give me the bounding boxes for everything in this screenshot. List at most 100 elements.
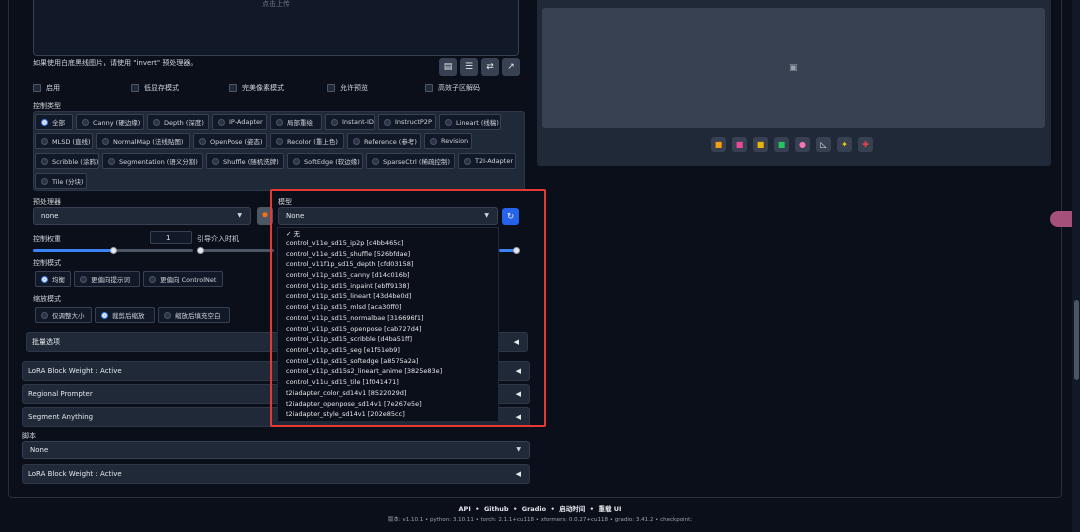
resize-mode-option[interactable]: 缩放后填充空白 (158, 307, 230, 323)
start-step-slider (200, 249, 274, 252)
camera-button[interactable]: ☰ (460, 58, 478, 76)
option-label: OpenPose (姿态) (210, 138, 263, 146)
control-type-option[interactable]: Scribble (涂鸦) (35, 153, 99, 169)
radio-dot (464, 157, 471, 165)
control-type-option[interactable]: Segmentation (语义分割) (102, 153, 203, 169)
control-type-option[interactable]: SoftEdge (软边缘) (287, 153, 363, 169)
control-type-option[interactable]: Shuffle (随机洗牌) (206, 153, 284, 169)
control-type-option[interactable]: IP-Adapter (212, 114, 267, 130)
lora-block-weight-accordion-2[interactable]: LoRA Block Weight : Active ◀ (22, 464, 530, 484)
checkbox-pixel-perfect[interactable]: 完美像素模式 (229, 83, 284, 93)
footer-link-reload[interactable]: 重载 UI (598, 505, 621, 513)
control-type-option[interactable]: Recolor (重上色) (270, 133, 344, 149)
folder-icon: ■ (714, 140, 723, 149)
radio-dot (108, 157, 115, 165)
radio-dot (153, 118, 160, 126)
option-label: Tile (分块) (52, 178, 84, 186)
control-type-option[interactable]: Depth (深度) (147, 114, 209, 130)
radio-dot (276, 137, 283, 145)
chevron-down-icon: ▼ (516, 446, 521, 453)
control-mode-option[interactable]: 均衡 (35, 271, 71, 287)
radio-dot (372, 157, 379, 165)
checkbox-label: 高效子区解码 (438, 84, 480, 92)
swap-icon: ⇄ (486, 62, 494, 72)
checkbox-box[interactable] (327, 84, 335, 92)
control-type-label: 控制类型 (33, 102, 61, 110)
preprocessor-dropdown[interactable]: none ▼ (33, 207, 251, 225)
radio-dot (212, 157, 219, 165)
option-label: 局部重绘 (287, 119, 313, 127)
pin-button[interactable]: ✚ (858, 137, 873, 152)
start-step-slider-handle[interactable] (197, 247, 204, 254)
chevron-down-icon: ▼ (237, 212, 242, 219)
footer-link-github[interactable]: Github (484, 505, 509, 513)
script-dropdown[interactable]: None ▼ (22, 441, 530, 459)
send-to-inpaint-button[interactable]: ● (795, 137, 810, 152)
option-label: 全部 (52, 119, 65, 127)
sparkle-icon: ✦ (841, 140, 848, 149)
resize-mode-option[interactable]: 裁剪后缩放 (95, 307, 155, 323)
accordion-title: Regional Prompter (28, 390, 93, 398)
control-type-option[interactable]: InstructP2P (378, 114, 436, 130)
checkbox-box[interactable] (229, 84, 237, 92)
radio-dot (41, 118, 48, 126)
control-type-option[interactable]: Lineart (线稿) (439, 114, 501, 130)
image-upload-area[interactable]: 点击上传 (33, 0, 519, 56)
radio-dot (101, 311, 108, 319)
checkbox-allow-preview[interactable]: 允许预览 (327, 83, 368, 93)
control-type-option[interactable]: Instant-ID (325, 114, 375, 130)
control-type-option[interactable]: Tile (分块) (35, 173, 87, 189)
checkbox-enable[interactable]: 启用 (33, 83, 60, 93)
checkbox-efficient-decode[interactable]: 高效子区解码 (425, 83, 480, 93)
control-type-option[interactable]: Canny (硬边缘) (76, 114, 144, 130)
send-to-extras-button[interactable]: ◺ (816, 137, 831, 152)
option-label: Recolor (重上色) (287, 138, 338, 146)
new-canvas-button[interactable]: ▤ (439, 58, 457, 76)
radio-dot (430, 137, 437, 145)
radio-dot (41, 177, 48, 185)
control-type-option[interactable]: Reference (参考) (347, 133, 421, 149)
control-type-option[interactable]: NormalMap (法线贴图) (96, 133, 190, 149)
control-type-option[interactable]: SparseCtrl (稀疏控制) (366, 153, 455, 169)
control-type-option[interactable]: MLSD (直线) (35, 133, 93, 149)
option-label: SoftEdge (软边缘) (304, 158, 360, 166)
archive-icon: ■ (756, 140, 765, 149)
open-folder-button[interactable]: ■ (711, 137, 726, 152)
checkbox-box[interactable] (425, 84, 433, 92)
preprocessor-label: 预处理器 (33, 198, 61, 206)
image-placeholder-icon: ▣ (789, 63, 798, 73)
send-to-img2img-button[interactable]: ■ (774, 137, 789, 152)
radio-dot (41, 137, 48, 145)
zip-button[interactable]: ■ (753, 137, 768, 152)
swap-button[interactable]: ⇄ (481, 58, 499, 76)
floppy-icon: ■ (735, 140, 744, 149)
footer-separator: • (587, 505, 597, 513)
control-weight-slider-handle[interactable] (110, 247, 117, 254)
control-weight-slider-fill (33, 249, 113, 252)
checkbox-low-vram[interactable]: 低显存模式 (131, 83, 179, 93)
control-weight-input[interactable]: 1 (150, 231, 192, 244)
radio-dot (41, 275, 48, 283)
control-type-option[interactable]: 全部 (35, 114, 73, 130)
footer-link-startup[interactable]: 启动时间 (559, 505, 585, 513)
upscale-button[interactable]: ✦ (837, 137, 852, 152)
control-mode-option[interactable]: 更偏向提示词 (74, 271, 140, 287)
control-type-option[interactable]: T2I-Adapter (458, 153, 516, 169)
checkbox-box[interactable] (131, 84, 139, 92)
control-type-option[interactable]: 局部重绘 (270, 114, 322, 130)
accordion-title: 批量选项 (32, 338, 60, 346)
footer-link-gradio[interactable]: Gradio (522, 505, 546, 513)
floating-side-button[interactable] (1050, 211, 1072, 227)
send-dimensions-button[interactable]: ↗ (502, 58, 520, 76)
checkbox-box[interactable] (33, 84, 41, 92)
page-scrollbar[interactable] (1072, 0, 1080, 532)
control-mode-option[interactable]: 更偏向 ControlNet (143, 271, 223, 287)
accordion-title: LoRA Block Weight : Active (28, 470, 122, 478)
footer-link-api[interactable]: API (459, 505, 471, 513)
control-type-option[interactable]: OpenPose (姿态) (193, 133, 267, 149)
control-type-option[interactable]: Revision (424, 133, 472, 149)
checkbox-label: 低显存模式 (144, 84, 179, 92)
scrollbar-thumb[interactable] (1074, 300, 1079, 380)
save-button[interactable]: ■ (732, 137, 747, 152)
resize-mode-option[interactable]: 仅调整大小 (35, 307, 92, 323)
